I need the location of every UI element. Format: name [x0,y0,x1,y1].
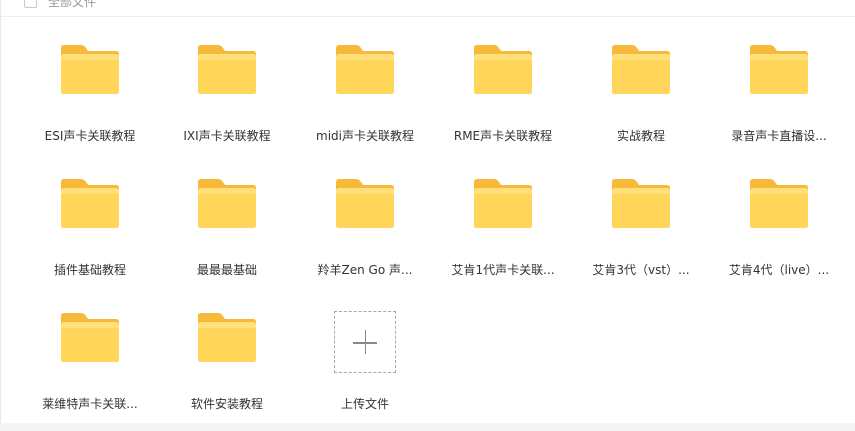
upload-label: 上传文件 [340,397,389,411]
folder-icon [198,313,256,362]
upload-item[interactable]: 上传文件 [303,311,427,431]
folder-item[interactable]: ESI声卡关联教程 [25,43,155,163]
folder-icon [61,179,119,228]
folder-name: 软件安装教程 [190,397,263,411]
folder-item[interactable]: 羚羊Zen Go 声... [300,177,430,297]
folder-icon [198,45,256,94]
folder-name: 实战教程 [616,129,665,143]
folder-icon [750,45,808,94]
folder-item[interactable]: 录音声卡直播设... [714,43,844,163]
folder-name: 插件基础教程 [53,263,126,277]
folder-icon [612,179,670,228]
folder-name: 羚羊Zen Go 声... [317,263,413,277]
file-list-header: 全部文件 [1,0,855,17]
folder-icon [198,179,256,228]
folder-item[interactable]: 艾肯3代（vst）... [576,177,706,297]
folder-name: 最最最基础 [196,263,257,277]
folder-icon [336,45,394,94]
folder-item[interactable]: 莱维特声卡关联... [25,311,155,431]
folder-icon [61,313,119,362]
folder-name: 艾肯1代声卡关联... [451,263,555,277]
folder-name: 艾肯3代（vst）... [592,263,690,277]
folder-name: ESI声卡关联教程 [44,129,136,143]
folder-name: 录音声卡直播设... [731,129,827,143]
folder-item[interactable]: RME声卡关联教程 [438,43,568,163]
folder-item[interactable]: 软件安装教程 [162,311,292,431]
folder-item[interactable]: 插件基础教程 [25,177,155,297]
select-all-checkbox[interactable] [24,0,37,8]
folder-name: 艾肯4代（live）... [728,263,830,277]
file-panel: 全部文件 ESI声卡关联教程 IXI声卡关联教程 midi声卡关联教程 RME声… [0,0,855,423]
folder-name: RME声卡关联教程 [453,129,553,143]
folder-item[interactable]: IXI声卡关联教程 [162,43,292,163]
folder-icon [336,179,394,228]
folder-item[interactable]: 实战教程 [576,43,706,163]
upload-button[interactable] [334,311,396,373]
folder-item[interactable]: 艾肯1代声卡关联... [438,177,568,297]
folder-name: 莱维特声卡关联... [42,397,138,411]
folder-icon [612,45,670,94]
folder-item[interactable]: 艾肯4代（live）... [714,177,844,297]
folder-icon [61,45,119,94]
folder-name: IXI声卡关联教程 [183,129,271,143]
folder-icon [474,45,532,94]
folder-item[interactable]: 最最最基础 [162,177,292,297]
folder-item[interactable]: midi声卡关联教程 [300,43,430,163]
select-all-label: 全部文件 [48,0,97,9]
folder-icon [474,179,532,228]
folder-name: midi声卡关联教程 [316,129,414,143]
folder-icon [750,179,808,228]
